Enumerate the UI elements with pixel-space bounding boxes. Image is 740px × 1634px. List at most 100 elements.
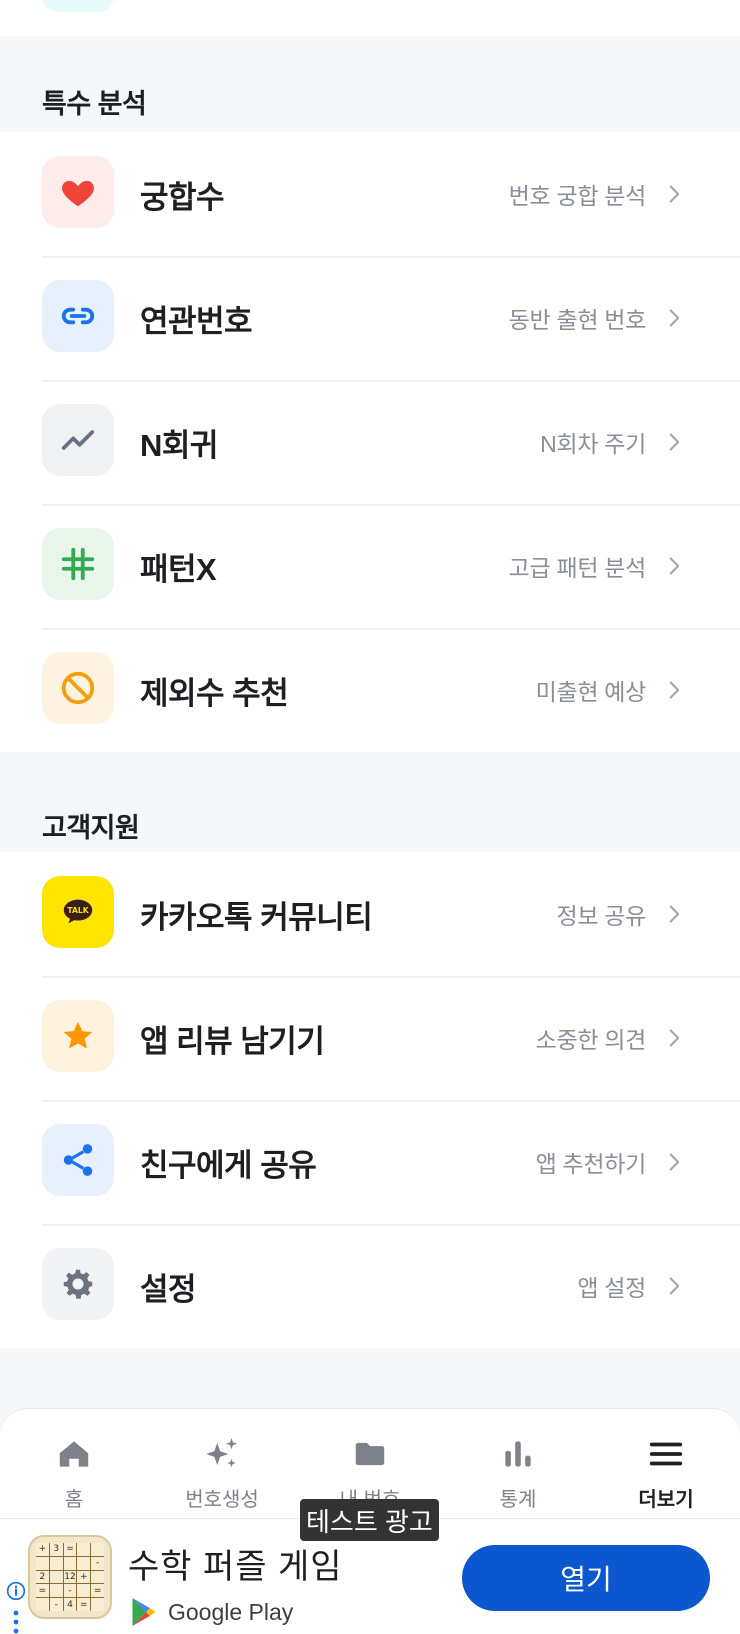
- chevron-right-icon: [669, 681, 680, 699]
- ad-options-icon[interactable]: [11, 1609, 21, 1634]
- menu-icon: [649, 1442, 683, 1466]
- folder-icon: [355, 1442, 385, 1466]
- grid-icon: [42, 528, 114, 600]
- open-button[interactable]: 열기: [462, 1545, 710, 1611]
- puzzle-cell: [77, 1584, 91, 1598]
- kakao-talk-icon: TALK: [42, 876, 114, 948]
- kakao-talk-text: TALK: [67, 906, 89, 915]
- puzzle-cell: [91, 1570, 104, 1584]
- partial-icon-tile: [42, 0, 114, 12]
- list-item-n-regression[interactable]: N회귀 N회차 주기: [0, 380, 740, 504]
- nav-label: 홈: [64, 1489, 84, 1511]
- item-title: 제외수 추천: [140, 675, 289, 711]
- star-icon: [42, 1000, 114, 1072]
- nav-item-more[interactable]: 더보기: [592, 1409, 740, 1518]
- chevron-right-icon: [669, 1277, 680, 1295]
- chevron-right-icon: [669, 905, 680, 923]
- item-subtitle: 앱 설정: [577, 1275, 646, 1301]
- puzzle-cell: [91, 1543, 104, 1556]
- chevron-right-icon: [669, 557, 680, 575]
- bar-chart-icon: [505, 1441, 531, 1467]
- puzzle-cell: +: [36, 1543, 49, 1556]
- puzzle-cell: 4: [63, 1598, 77, 1611]
- block-icon: [42, 652, 114, 724]
- puzzle-cell: 12: [63, 1570, 77, 1584]
- item-subtitle: N회차 주기: [540, 431, 646, 457]
- home-icon: [59, 1441, 89, 1467]
- item-subtitle: 미출현 예상: [535, 679, 647, 705]
- item-subtitle: 앱 추천하기: [535, 1151, 647, 1177]
- google-play-label: Google Play: [168, 1598, 294, 1625]
- link-icon: [42, 280, 114, 352]
- puzzle-cell: 3: [49, 1543, 63, 1556]
- puzzle-grid: +3 = -2 12 + = - = -4 =: [36, 1543, 104, 1611]
- ad-app-icon: +3 = -2 12 + = - = -4 =: [28, 1535, 112, 1619]
- trend-icon: [42, 404, 114, 476]
- ad-banner[interactable]: +3 = -2 12 + = - = -4 = 수학 퍼즐 게임 Google Play 테스트 …: [0, 1499, 740, 1634]
- chevron-right-icon: [669, 1153, 680, 1171]
- item-title: 앱 리뷰 남기기: [140, 1023, 325, 1059]
- customer-support-list: TALK 카카오톡 커뮤니티 정보 공유 앱 리뷰 남기기 소중한 의견 친구에…: [0, 852, 740, 1348]
- nav-item-home[interactable]: 홈: [0, 1409, 148, 1518]
- puzzle-cell: [49, 1584, 63, 1598]
- nav-label: 더보기: [638, 1489, 694, 1511]
- special-analysis-list: 궁합수 번호 궁합 분석 연관번호 동반 출현 번호 N회귀 N회차 주기 패턴…: [0, 132, 740, 752]
- nav-item-generate[interactable]: 번호생성: [148, 1409, 296, 1518]
- puzzle-cell: +: [77, 1570, 91, 1584]
- share-icon: [42, 1124, 114, 1196]
- item-title: 친구에게 공유: [140, 1147, 317, 1183]
- item-subtitle: 소중한 의견: [535, 1027, 647, 1053]
- test-ad-label: 테스트 광고: [300, 1499, 439, 1541]
- section-title: 고객지원: [42, 813, 140, 843]
- sparkle-icon: [206, 1438, 238, 1468]
- nav-item-stats[interactable]: 통계: [444, 1409, 592, 1518]
- section-header-special-analysis: 특수 분석: [0, 36, 740, 132]
- item-subtitle: 동반 출현 번호: [508, 307, 647, 333]
- section-header-customer-support: 고객지원: [0, 756, 740, 852]
- item-subtitle: 고급 패턴 분석: [508, 555, 647, 581]
- puzzle-cell: -: [63, 1584, 77, 1598]
- google-play-badge: Google Play: [130, 1597, 293, 1627]
- item-title: 궁합수: [140, 179, 225, 215]
- heart-icon: [42, 156, 114, 228]
- google-play-icon: [132, 1598, 156, 1626]
- puzzle-cell: [91, 1598, 104, 1611]
- item-title: 패턴X: [140, 551, 217, 587]
- puzzle-cell: [77, 1543, 91, 1556]
- puzzle-cell: -: [91, 1556, 104, 1570]
- chevron-right-icon: [669, 433, 680, 451]
- list-item-compatibility[interactable]: 궁합수 번호 궁합 분석: [0, 132, 740, 256]
- list-item-app-review[interactable]: 앱 리뷰 남기기 소중한 의견: [0, 976, 740, 1100]
- puzzle-cell: [77, 1556, 91, 1570]
- gear-icon: [42, 1248, 114, 1320]
- chevron-right-icon: [669, 309, 680, 327]
- puzzle-cell: [36, 1598, 49, 1611]
- section-title: 특수 분석: [42, 89, 147, 119]
- item-subtitle: 번호 궁합 분석: [508, 183, 647, 209]
- puzzle-cell: =: [63, 1543, 77, 1556]
- list-item-pattern-x[interactable]: 패턴X 고급 패턴 분석: [0, 504, 740, 628]
- puzzle-cell: =: [91, 1584, 104, 1598]
- nav-label: 번호생성: [185, 1489, 259, 1511]
- item-title: N회귀: [140, 427, 218, 463]
- ad-title: 수학 퍼즐 게임: [128, 1548, 343, 1586]
- puzzle-cell: [36, 1556, 49, 1570]
- item-title: 카카오톡 커뮤니티: [140, 899, 373, 935]
- puzzle-cell: =: [77, 1598, 91, 1611]
- list-item-share-with-friends[interactable]: 친구에게 공유 앱 추천하기: [0, 1100, 740, 1224]
- list-item-exclusion-numbers[interactable]: 제외수 추천 미출현 예상: [0, 628, 740, 752]
- previous-section-remnant: [0, 0, 740, 36]
- puzzle-cell: [49, 1556, 63, 1570]
- item-title: 연관번호: [140, 303, 253, 339]
- puzzle-cell: 2: [36, 1570, 49, 1584]
- nav-label: 통계: [499, 1489, 537, 1511]
- list-item-related-numbers[interactable]: 연관번호 동반 출현 번호: [0, 256, 740, 380]
- chevron-right-icon: [669, 1029, 680, 1047]
- puzzle-cell: [49, 1570, 63, 1584]
- list-item-settings[interactable]: 설정 앱 설정: [0, 1224, 740, 1348]
- ad-info-icon[interactable]: [6, 1581, 26, 1601]
- puzzle-cell: -: [49, 1598, 63, 1611]
- puzzle-cell: =: [36, 1584, 49, 1598]
- item-title: 설정: [140, 1271, 197, 1307]
- list-item-kakaotalk-community[interactable]: TALK 카카오톡 커뮤니티 정보 공유: [0, 852, 740, 976]
